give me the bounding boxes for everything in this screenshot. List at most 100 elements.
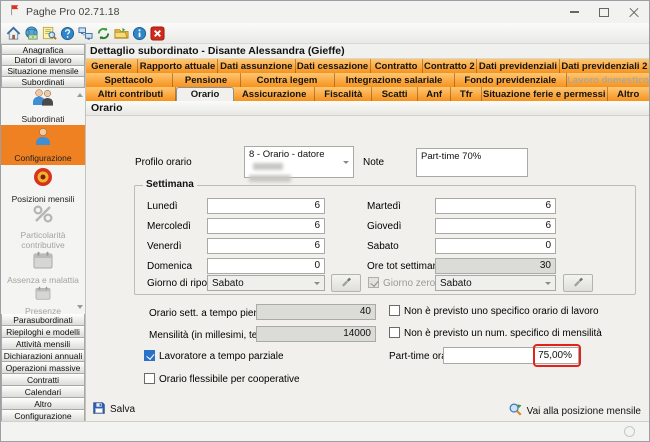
scroll-down-icon [77,305,83,312]
tab-dati-previdenziali[interactable]: Dati previdenziali [477,59,560,73]
orario-flessibile-checkbox[interactable] [144,373,155,384]
clear-zero-day-button[interactable] [563,274,593,292]
section-title: Orario [86,101,649,116]
maximize-button[interactable] [589,1,619,23]
find-document-button[interactable] [41,25,58,42]
tab-dati-cessazione[interactable]: Dati cessazione [296,59,371,73]
profilo-orario-value: 8 - Orario - datore [249,149,325,160]
tab-assicurazione[interactable]: Assicurazione [234,87,315,101]
no-mensilita-specifica-label: Non è previsto un num. specifico di mens… [404,328,602,339]
sidebar-section-parasubordinati[interactable]: Parasubordinati [1,314,85,326]
tab-altri-contributi[interactable]: Altri contributi [86,87,176,101]
martedi-input[interactable]: 6 [435,198,556,214]
app-flag-icon [9,3,21,21]
save-button[interactable]: Salva [92,401,135,418]
tab-scatti[interactable]: Scatti [372,87,417,101]
note-textarea[interactable]: Part-time 70% [416,148,528,177]
giovedi-input[interactable]: 6 [435,218,556,234]
sidebar-section-subordinati[interactable]: Subordinati [1,77,85,88]
sidebar-icon-panel: Subordinati Configurazione Posizioni men… [1,88,85,314]
tab-altro[interactable]: Altro [608,87,649,101]
person-icon [32,127,54,152]
sidebar-item-subordinati[interactable]: Subordinati [1,88,85,125]
domenica-input[interactable]: 0 [207,258,325,274]
minimize-icon [570,11,579,13]
sidebar-section-calendari[interactable]: Calendari [1,386,85,398]
tab-spettacolo[interactable]: Spettacolo [86,73,173,87]
minimize-button[interactable] [559,1,589,23]
tab-row-2: Spettacolo Pensione Contra legem Integra… [86,73,649,87]
martedi-label: Martedì [367,201,401,212]
lavoratore-tempo-parziale-checkbox[interactable] [144,350,155,361]
help-button[interactable] [59,25,76,42]
giorno-zero-ore-checkbox[interactable] [368,277,379,288]
sidebar-item-assenza-e-malattia: Assenza e malattia [1,250,85,288]
no-orario-specifico-checkbox[interactable] [389,305,400,316]
sidebar-item-label: Particolarità contributive [1,231,85,251]
sidebar-section-operazioni-massive[interactable]: Operazioni massive [1,362,85,374]
tab-fiscalita[interactable]: Fiscalità [315,87,372,101]
tab-orario[interactable]: Orario [176,87,234,101]
sidebar-section-attivita-mensili[interactable]: Attività mensili [1,338,85,350]
lavoratore-tempo-parziale-label: Lavoratore a tempo parziale [159,351,284,362]
lunedi-label: Lunedì [147,201,178,212]
highlight-annotation [533,344,581,367]
tab-integrazione-salariale[interactable]: Integrazione salariale [335,73,455,87]
tab-contratto-2[interactable]: Contratto 2 [423,59,478,73]
open-folder-button[interactable] [113,25,130,42]
tab-fondo-previdenziale[interactable]: Fondo previdenziale [455,73,568,87]
tab-row-3: Altri contributi Orario Assicurazione Fi… [86,87,649,101]
goto-monthly-position-button[interactable]: Vai alla posizione mensile [508,402,641,420]
lunedi-input[interactable]: 6 [207,198,325,214]
sidebar-item-configurazione[interactable]: Configurazione [1,125,85,165]
exit-button[interactable] [149,25,166,42]
sidebar-section-anagrafica[interactable]: Anagrafica [1,44,85,55]
scroll-up-button[interactable] [75,89,84,97]
tab-anf[interactable]: Anf [418,87,452,101]
settimana-legend: Settimana [143,179,197,190]
no-orario-specifico-label: Non è previsto uno specifico orario di l… [404,306,599,317]
tab-contra-legem[interactable]: Contra legem [241,73,335,87]
sidebar-section-dichiarazioni-annuali[interactable]: Dichiarazioni annuali [1,350,85,362]
target-icon [32,166,54,193]
scroll-up-icon [77,90,83,97]
mercoledi-input[interactable]: 6 [207,218,325,234]
sync-button[interactable] [95,25,112,42]
tab-tfr[interactable]: Tfr [451,87,482,101]
close-button[interactable] [619,1,649,23]
sidebar-item-posizioni-mensili[interactable]: Posizioni mensili [1,165,85,205]
sidebar-section-altro[interactable]: Altro [1,398,85,410]
clear-rest-day-button[interactable] [331,274,361,292]
giorno-zero-ore-select[interactable]: Sabato [435,275,556,291]
tab-pensione[interactable]: Pensione [173,73,241,87]
tab-rapporto-attuale[interactable]: Rapporto attuale [138,59,218,73]
profilo-orario-select[interactable]: 8 - Orario - datore [244,146,354,178]
people-icon [30,88,56,113]
tab-situazione-ferie-e-permessi[interactable]: Situazione ferie e permessi [482,87,607,101]
sidebar-section-datori-di-lavoro[interactable]: Datori di lavoro [1,55,85,66]
network-button[interactable] [77,25,94,42]
sidebar-section-riepiloghi-e-modelli[interactable]: Riepiloghi e modelli [1,326,85,338]
sidebar-item-label: Posizioni mensili [10,195,77,205]
redacted-text [249,175,291,182]
venerdi-input[interactable]: 6 [207,238,325,254]
tab-contratto[interactable]: Contratto [371,59,423,73]
brush-icon [340,274,353,292]
tab-generale[interactable]: Generale [86,59,138,73]
info-button[interactable] [131,25,148,42]
calendar-icon [33,251,53,274]
web-button[interactable] [23,25,40,42]
sidebar-section-situazione-mensile[interactable]: Situazione mensile [1,66,85,77]
home-button[interactable] [5,25,22,42]
sidebar-section-contratti[interactable]: Contratti [1,374,85,386]
ore-tot-settimana-label: Ore tot settimana [367,261,444,272]
brush-icon [572,274,585,292]
orario-sett-field: 40 [256,304,376,320]
orario-panel: Orario Profilo orario 8 - Orario - dator… [86,101,649,422]
giorno-di-riposo-select[interactable]: Sabato [207,275,325,291]
no-mensilita-specifica-checkbox[interactable] [389,327,400,338]
sabato-input[interactable]: 0 [435,238,556,254]
tab-dati-assunzione[interactable]: Dati assunzione [218,59,296,73]
scroll-down-button[interactable] [75,304,84,312]
tab-dati-previdenziali-2[interactable]: Dati previdenziali 2 [560,59,649,73]
